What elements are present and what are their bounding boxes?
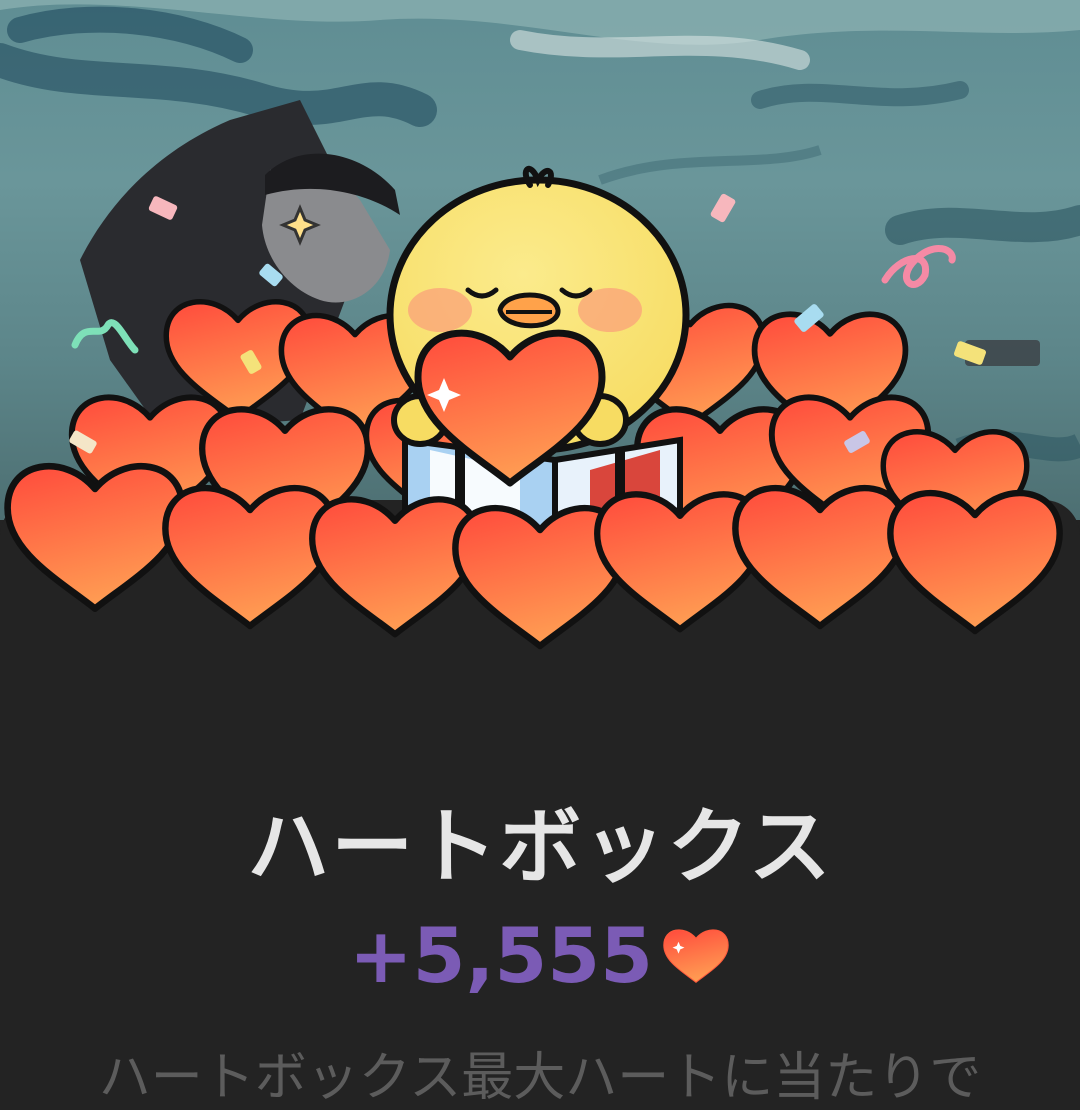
popup-title: ハートボックス: [247, 800, 833, 895]
reward-amount: +5,555: [348, 910, 654, 1000]
reward-row: +5,555: [0, 905, 1080, 1005]
heart-icon: [663, 929, 729, 983]
popup-description: ハートボックス最大ハートに当たりで: [98, 1048, 982, 1108]
heart-box-illustration: [0, 165, 1080, 670]
